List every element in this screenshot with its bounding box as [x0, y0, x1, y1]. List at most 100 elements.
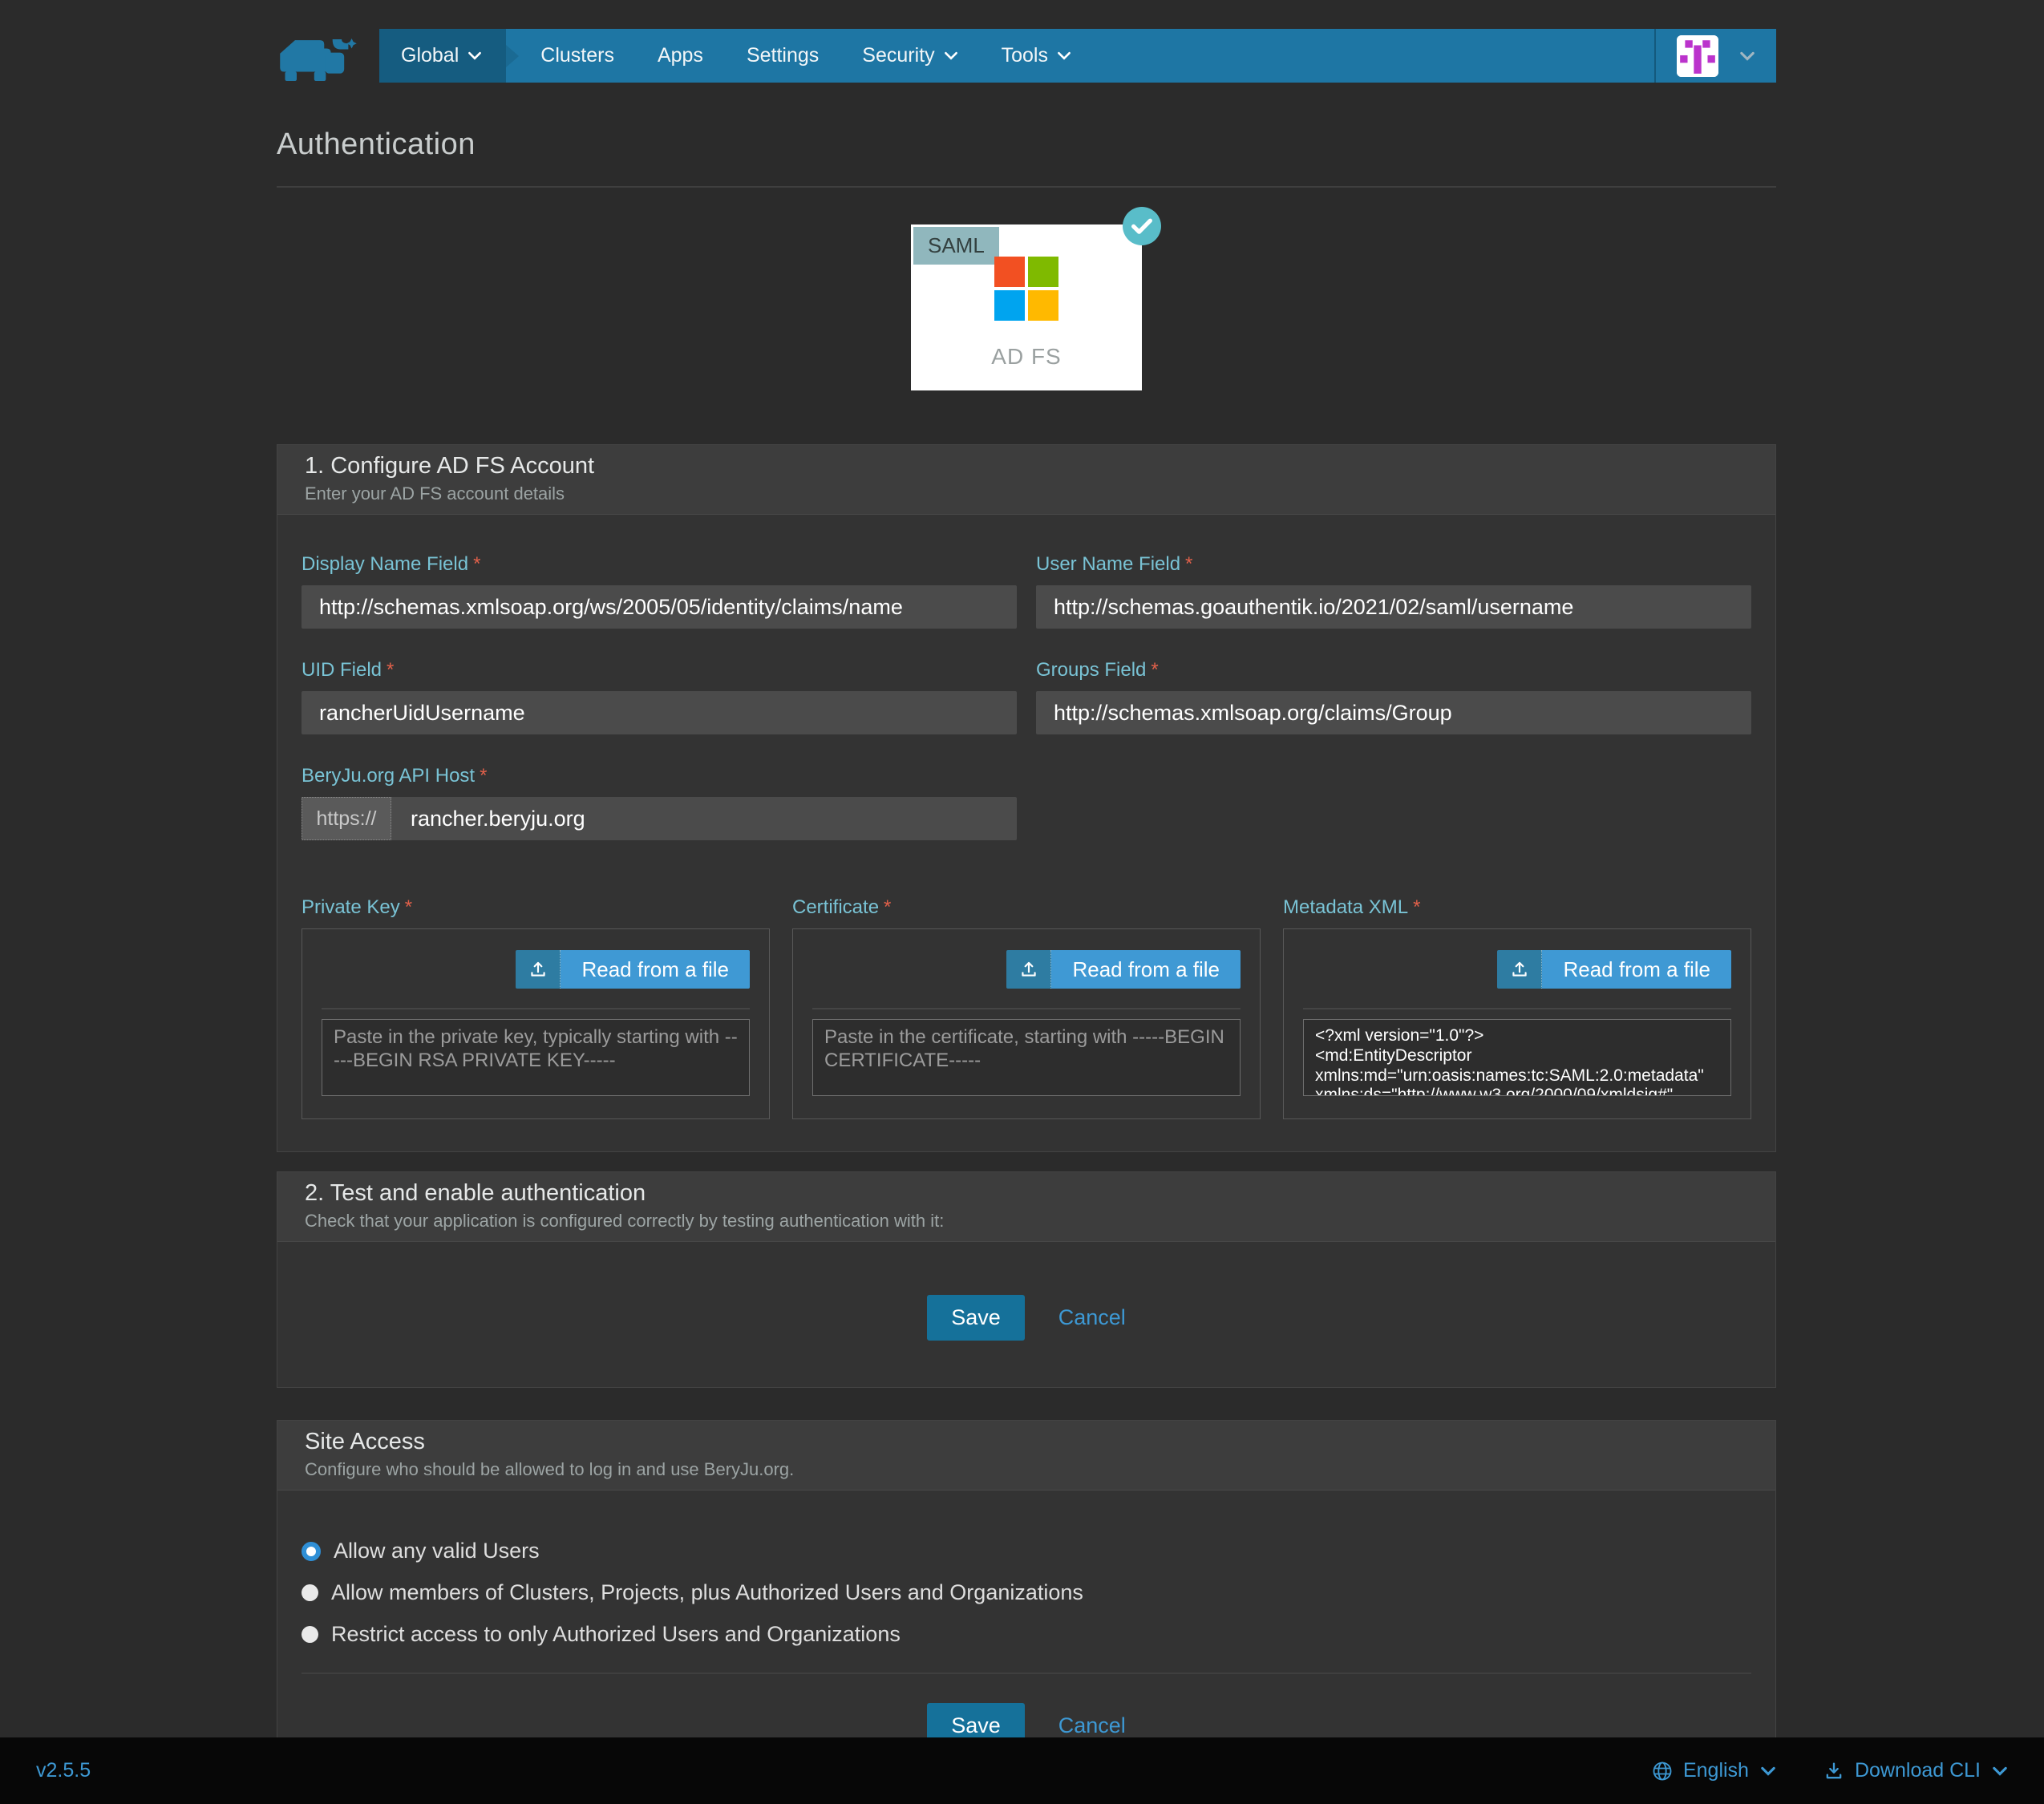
download-cli-label: Download CLI: [1855, 1759, 1981, 1782]
page-title: Authentication: [277, 127, 1776, 162]
chevron-down-icon: [1057, 51, 1071, 60]
metadata-xml-group: Metadata XML* Read from a file: [1283, 896, 1751, 1119]
api-host-value: rancher.beryju.org: [391, 797, 605, 840]
certificate-textarea[interactable]: [812, 1019, 1241, 1096]
required-asterisk: *: [473, 553, 480, 575]
site-access-options: Allow any valid Users Allow members of C…: [302, 1534, 1751, 1647]
certificate-read-file-button[interactable]: Read from a file: [1006, 950, 1241, 989]
radio-selected-icon: [302, 1542, 321, 1561]
nav-item-settings[interactable]: Settings: [725, 29, 840, 83]
required-asterisk: *: [1151, 659, 1158, 681]
language-selector[interactable]: English: [1651, 1759, 1776, 1782]
required-asterisk: *: [1185, 553, 1192, 575]
private-key-textarea[interactable]: [322, 1019, 750, 1096]
section-test-enable: 2. Test and enable authentication Check …: [277, 1171, 1776, 1388]
chevron-down-icon: [1739, 51, 1755, 61]
radio-restrict-access[interactable]: Restrict access to only Authorized Users…: [302, 1622, 1751, 1647]
read-file-label: Read from a file: [561, 950, 750, 989]
groups-label: Groups Field*: [1036, 659, 1751, 682]
uid-field-group: UID Field* rancherUidUsername: [302, 659, 1017, 734]
title-divider: [277, 186, 1776, 188]
user-name-label: User Name Field*: [1036, 553, 1751, 576]
cancel-button[interactable]: Cancel: [1058, 1305, 1126, 1330]
download-cli-menu[interactable]: Download CLI: [1823, 1759, 2008, 1782]
required-asterisk: *: [480, 765, 487, 787]
display-name-field-group: Display Name Field* http://schemas.xmlso…: [302, 553, 1017, 629]
nav-clusters-label: Clusters: [540, 44, 614, 67]
provider-card-area: SAML AD FS: [277, 224, 1776, 390]
user-name-field-group: User Name Field* http://schemas.goauthen…: [1036, 553, 1751, 629]
read-file-label: Read from a file: [1542, 950, 1731, 989]
nav-item-clusters[interactable]: Clusters: [519, 29, 636, 83]
nav-item-security[interactable]: Security: [840, 29, 979, 83]
version-label: v2.5.5: [36, 1759, 91, 1782]
upload-icon: [1006, 950, 1051, 989]
saml-badge: SAML: [913, 227, 999, 265]
api-host-field-group: BeryJu.org API Host* https:// rancher.be…: [302, 765, 1017, 840]
radio-label: Allow members of Clusters, Projects, plu…: [331, 1580, 1083, 1605]
radio-label: Restrict access to only Authorized Users…: [331, 1622, 901, 1647]
filebox-divider: [322, 1008, 750, 1009]
download-icon: [1823, 1760, 1845, 1782]
rancher-logo-icon[interactable]: [277, 38, 360, 86]
radio-allow-members[interactable]: Allow members of Clusters, Projects, plu…: [302, 1580, 1751, 1605]
groups-input[interactable]: http://schemas.xmlsoap.org/claims/Group: [1036, 691, 1751, 734]
chevron-down-icon: [467, 51, 482, 60]
section1-title: 1. Configure AD FS Account: [305, 453, 1748, 479]
private-key-filebox: Read from a file: [302, 928, 770, 1119]
required-asterisk: *: [387, 659, 394, 681]
certificate-group: Certificate* Read from a file: [792, 896, 1261, 1119]
required-asterisk: *: [884, 896, 891, 918]
display-name-label: Display Name Field*: [302, 553, 1017, 576]
save-button[interactable]: Save: [927, 1295, 1025, 1341]
top-header: Global Clusters Apps Settings Security T…: [0, 0, 2044, 83]
microsoft-logo-icon: [994, 257, 1058, 321]
required-asterisk: *: [1413, 896, 1420, 918]
filebox-divider: [812, 1008, 1241, 1009]
radio-unselected-icon: [302, 1626, 318, 1643]
site-access-header: Site Access Configure who should be allo…: [277, 1421, 1775, 1491]
site-access-subtitle: Configure who should be allowed to log i…: [305, 1459, 1748, 1480]
radio-allow-any-valid-users[interactable]: Allow any valid Users: [302, 1539, 1751, 1563]
selected-check-icon: [1123, 207, 1161, 245]
filebox-divider: [1303, 1008, 1731, 1009]
display-name-input[interactable]: http://schemas.xmlsoap.org/ws/2005/05/id…: [302, 585, 1017, 629]
section2-header: 2. Test and enable authentication Check …: [277, 1172, 1775, 1242]
chevron-down-icon: [944, 51, 958, 60]
read-file-label: Read from a file: [1051, 950, 1241, 989]
section1-header: 1. Configure AD FS Account Enter your AD…: [277, 445, 1775, 515]
upload-icon: [1497, 950, 1542, 989]
footer-bar: v2.5.5 English Download CLI: [0, 1737, 2044, 1804]
site-access-cancel-button[interactable]: Cancel: [1058, 1713, 1126, 1738]
provider-card-adfs[interactable]: SAML AD FS: [911, 224, 1142, 390]
metadata-xml-label: Metadata XML*: [1283, 896, 1751, 919]
nav-item-tools[interactable]: Tools: [980, 29, 1093, 83]
provider-name: AD FS: [911, 344, 1142, 370]
user-menu[interactable]: [1654, 29, 1776, 83]
section-configure-account: 1. Configure AD FS Account Enter your AD…: [277, 444, 1776, 1152]
user-name-input[interactable]: http://schemas.goauthentik.io/2021/02/sa…: [1036, 585, 1751, 629]
nav-global-label: Global: [401, 44, 459, 67]
metadata-xml-filebox: Read from a file <?xml version="1.0"?> <…: [1283, 928, 1751, 1119]
section2-title: 2. Test and enable authentication: [305, 1180, 1748, 1207]
radio-label: Allow any valid Users: [334, 1539, 540, 1563]
section2-subtitle: Check that your application is configure…: [305, 1211, 1748, 1232]
uid-input[interactable]: rancherUidUsername: [302, 691, 1017, 734]
metadata-xml-textarea[interactable]: <?xml version="1.0"?> <md:EntityDescript…: [1303, 1019, 1731, 1096]
section-site-access: Site Access Configure who should be allo…: [277, 1420, 1776, 1790]
nav-item-apps[interactable]: Apps: [636, 29, 725, 83]
content-area: Authentication SAML AD FS 1. Configure A…: [277, 127, 1776, 1790]
nav-tools-label: Tools: [1002, 44, 1048, 67]
metadata-xml-read-file-button[interactable]: Read from a file: [1497, 950, 1731, 989]
nav-item-global[interactable]: Global: [379, 29, 506, 83]
upload-icon: [516, 950, 561, 989]
nav-security-label: Security: [862, 44, 934, 67]
uid-label: UID Field*: [302, 659, 1017, 682]
chevron-down-icon: [1760, 1766, 1776, 1776]
private-key-read-file-button[interactable]: Read from a file: [516, 950, 750, 989]
nav-apps-label: Apps: [658, 44, 703, 67]
nav-settings-label: Settings: [747, 44, 819, 67]
private-key-group: Private Key* Read from a file: [302, 896, 770, 1119]
api-host-input[interactable]: https:// rancher.beryju.org: [302, 797, 1017, 840]
site-access-title: Site Access: [305, 1429, 1748, 1455]
